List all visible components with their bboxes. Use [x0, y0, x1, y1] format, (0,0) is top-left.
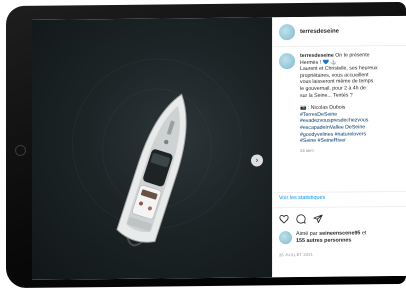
chevron-right-icon[interactable]: › [251, 154, 263, 167]
comment-icon[interactable] [296, 214, 306, 224]
liked-by-row: Aimé par seineenscene95 et 155 autres pe… [279, 230, 406, 245]
liked-prefix: Aimé par [296, 230, 318, 238]
header-username[interactable]: terresdeseine [300, 28, 339, 34]
hashtag-link[interactable]: #Seine #SeineRiver [300, 137, 404, 145]
view-insights-link[interactable]: Voir les statistiques [279, 195, 325, 201]
post-sidebar: terresdeseine terresdeseine On te présen… [272, 15, 406, 278]
caption-block: terresdeseine On te présente Hermès ! 💙 … [273, 46, 406, 155]
post-photo[interactable]: › [32, 17, 272, 280]
divider [273, 190, 406, 194]
caption-username[interactable]: terresdeseine [300, 53, 334, 59]
tablet-screen: › terresdeseine terresdeseine On te prés… [32, 15, 406, 280]
post-date: 26 JUILLET 2021 [279, 251, 314, 258]
home-button[interactable] [15, 144, 26, 157]
likes-count-link[interactable]: 155 autres personnes [296, 237, 351, 244]
liker-avatar[interactable] [279, 231, 292, 245]
divider [273, 205, 406, 209]
post-header: terresdeseine [273, 15, 406, 48]
caption-avatar[interactable] [279, 53, 295, 70]
liker-username[interactable]: seineenscene95 [319, 230, 360, 236]
caption-line: On te présente [335, 52, 370, 59]
liked-and: et [361, 230, 367, 237]
heart-icon[interactable] [279, 214, 289, 224]
liked-by-text: Aimé par seineenscene95 et 155 autres pe… [296, 230, 366, 244]
caption-text: terresdeseine On te présente Hermès ! 💙 … [300, 52, 404, 154]
caption-timestamp: 24 sem [300, 147, 314, 153]
avatar[interactable] [279, 23, 295, 40]
post-actions [279, 214, 323, 224]
share-icon[interactable] [313, 214, 323, 224]
tablet-frame: › terresdeseine terresdeseine On te prés… [6, 1, 406, 289]
